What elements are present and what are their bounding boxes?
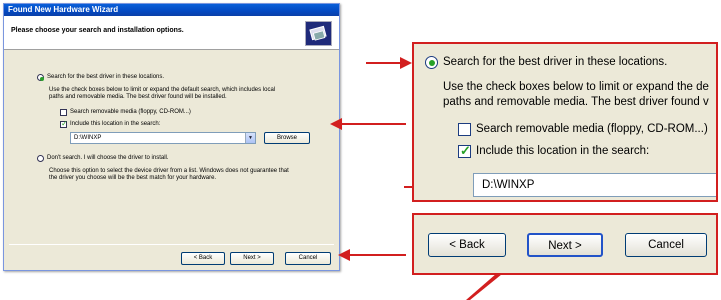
zoom-next-button[interactable]: Next >: [527, 233, 603, 257]
zoom-search-best-driver-label: Search for the best driver in these loca…: [443, 56, 668, 68]
zoom-removable-media-label: Search removable media (floppy, CD-ROM..…: [476, 123, 708, 135]
zoom-removable-media-checkbox[interactable]: [458, 123, 471, 136]
zoom-back-button[interactable]: < Back: [428, 233, 506, 257]
zoom-description-line2: paths and removable media. The best driv…: [443, 96, 709, 108]
zoom-location-value: D:\WINXP: [482, 179, 535, 191]
zoom-include-location-label: Include this location in the search:: [476, 145, 650, 157]
zoom-search-best-driver-radio[interactable]: [425, 56, 438, 69]
zoom-description-line1: Use the check boxes below to limit or ex…: [443, 81, 709, 93]
zoom-location-field[interactable]: D:\WINXP: [473, 173, 716, 197]
zoom-search-options: Search for the best driver in these loca…: [412, 42, 718, 202]
zoom-cancel-button[interactable]: Cancel: [625, 233, 707, 257]
zoom-include-location-checkbox[interactable]: [458, 143, 471, 159]
zoom-navigation-buttons: < Back Next > Cancel: [412, 213, 718, 275]
